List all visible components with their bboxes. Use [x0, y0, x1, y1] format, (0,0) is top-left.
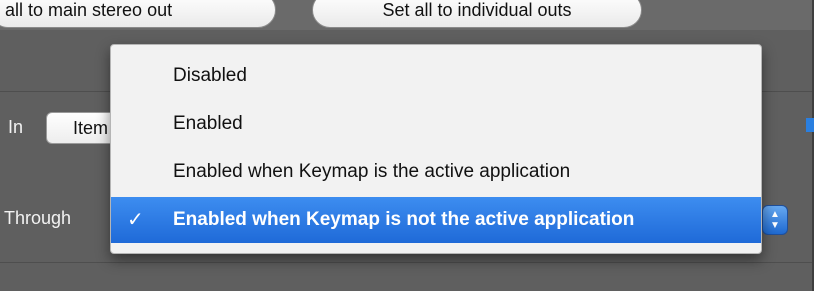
in-label: In — [8, 117, 24, 137]
menu-item-enabled[interactable]: Enabled — [111, 101, 761, 147]
through-label: Through — [4, 208, 72, 228]
set-all-main-stereo-out-button[interactable]: all to main stereo out — [0, 0, 276, 28]
row-divider-bottom — [0, 262, 812, 263]
set-all-main-stereo-out-label: all to main stereo out — [5, 0, 173, 20]
menu-item-label: Disabled — [173, 65, 247, 86]
menu-item-enabled-when-active[interactable]: Enabled when Keymap is the active applic… — [111, 149, 761, 195]
menu-item-label: Enabled — [173, 113, 243, 134]
checkmark-icon: ✓ — [127, 209, 144, 231]
popup-stepper-icon[interactable]: ▲ ▼ — [762, 205, 788, 235]
set-all-individual-outs-label: Set all to individual outs — [382, 0, 572, 20]
popup-menu: Disabled Enabled Enabled when Keymap is … — [110, 44, 762, 254]
menu-item-label: Enabled when Keymap is the active applic… — [173, 161, 571, 182]
menu-item-enabled-when-not-active[interactable]: ✓ Enabled when Keymap is not the active … — [111, 197, 761, 243]
set-all-individual-outs-button[interactable]: Set all to individual outs — [312, 0, 642, 28]
menu-item-disabled[interactable]: Disabled — [111, 53, 761, 99]
button-bar: all to main stereo out Set all to indivi… — [0, 0, 812, 30]
menu-item-label: Enabled when Keymap is not the active ap… — [173, 209, 635, 230]
checkbox-edge[interactable] — [806, 118, 814, 132]
